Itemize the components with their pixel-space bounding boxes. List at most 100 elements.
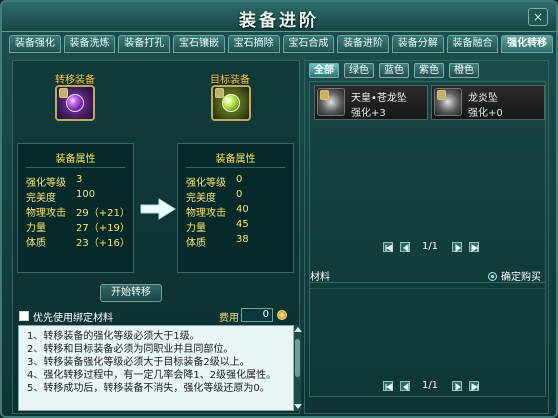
filter-green[interactable]: 绿色 bbox=[344, 63, 374, 78]
stat-key: 完美度 bbox=[26, 193, 56, 204]
lock-icon bbox=[320, 90, 329, 100]
lock-icon bbox=[437, 90, 446, 100]
tab-equipment-advance[interactable]: 装备进阶 bbox=[337, 35, 389, 53]
first-page-button[interactable] bbox=[383, 242, 393, 252]
bound-material-checkbox[interactable] bbox=[19, 311, 29, 321]
page-indicator: 1/1 bbox=[421, 380, 439, 391]
filter-blue[interactable]: 蓝色 bbox=[379, 63, 409, 78]
prev-page-button[interactable] bbox=[400, 242, 410, 252]
last-page-button[interactable] bbox=[469, 242, 479, 252]
window-title: 装备进阶 bbox=[239, 11, 319, 31]
first-page-button[interactable] bbox=[383, 381, 393, 391]
material-label: 材料 bbox=[310, 272, 330, 283]
next-page-button[interactable] bbox=[452, 242, 462, 252]
scroll-up-icon[interactable] bbox=[294, 327, 302, 332]
next-page-button[interactable] bbox=[452, 381, 462, 391]
prev-page-icon bbox=[403, 383, 409, 391]
item-level: 强化+0 bbox=[468, 108, 503, 119]
target-stat-row: 物理攻击 40 bbox=[186, 204, 290, 219]
next-page-icon bbox=[455, 244, 461, 252]
stat-value: 29（+21） bbox=[76, 208, 130, 219]
tab-gem-remove[interactable]: 宝石摘除 bbox=[227, 35, 280, 53]
start-transfer-button[interactable]: 开始转移 bbox=[100, 284, 162, 302]
filter-all[interactable]: 全部 bbox=[309, 63, 339, 78]
target-stat-row: 强化等级 0 bbox=[186, 174, 290, 189]
target-stat-row: 完美度 0 bbox=[186, 189, 290, 204]
tab-enhance-transfer[interactable]: 强化转移 bbox=[501, 35, 554, 53]
item-name: 龙炎坠 bbox=[468, 93, 498, 104]
lock-icon bbox=[215, 88, 224, 98]
radio-icon[interactable] bbox=[488, 272, 497, 281]
target-stats-title: 装备属性 bbox=[215, 154, 256, 165]
tab-equipment-fusion[interactable]: 装备融合 bbox=[446, 35, 499, 53]
confirm-buy-option[interactable]: 确定购买 bbox=[488, 268, 541, 283]
last-page-button[interactable] bbox=[469, 381, 479, 391]
rule-line: 2、转移和目标装备必须为同职业并且同部位。 bbox=[27, 344, 234, 355]
filter-orange[interactable]: 橙色 bbox=[449, 63, 479, 78]
inventory-panel: 全部 绿色 蓝色 紫色 橙色 天皇•苍龙坠 强化+3 龙炎坠 强化+0 1/1 … bbox=[304, 60, 549, 414]
bound-material-row: 优先使用绑定材料 费用： 0 bbox=[19, 308, 295, 324]
page-indicator: 1/1 bbox=[421, 241, 439, 252]
bound-material-label: 优先使用绑定材料 bbox=[33, 313, 113, 324]
inventory-item[interactable]: 天皇•苍龙坠 强化+3 bbox=[314, 85, 428, 120]
target-stat-row: 力量 45 bbox=[186, 219, 290, 234]
next-page-icon bbox=[455, 383, 461, 391]
inventory-pager: 1/1 bbox=[370, 241, 495, 255]
first-page-icon bbox=[385, 383, 393, 391]
stat-value: 0 bbox=[236, 174, 243, 185]
item-name: 天皇•苍龙坠 bbox=[351, 93, 407, 104]
prev-page-button[interactable] bbox=[400, 381, 410, 391]
source-stat-row: 强化等级 3 bbox=[26, 174, 130, 189]
stat-value: 3 bbox=[76, 174, 83, 185]
stat-key: 力量 bbox=[26, 223, 46, 234]
stat-value: 23（+16） bbox=[76, 238, 130, 249]
transfer-panel: 转移装备 目标装备 装备属性 强化等级 3 完美度 100 物理攻击 29（+2… bbox=[12, 60, 302, 414]
source-equipment-label: 转移装备 bbox=[55, 75, 95, 86]
inventory-item[interactable]: 龙炎坠 强化+0 bbox=[431, 85, 545, 120]
filter-purple[interactable]: 紫色 bbox=[414, 63, 444, 78]
necklace-icon bbox=[434, 88, 462, 116]
necklace-icon bbox=[317, 88, 345, 116]
stat-key: 力量 bbox=[186, 223, 206, 234]
last-page-icon bbox=[471, 244, 479, 252]
title-bar: 装备进阶 × bbox=[2, 2, 556, 32]
source-stat-row: 体质 23（+16） bbox=[26, 234, 130, 249]
scroll-thumb[interactable] bbox=[295, 339, 300, 377]
tab-gem-merge[interactable]: 宝石合成 bbox=[282, 35, 335, 53]
stat-value: 38 bbox=[236, 234, 249, 245]
rule-line: 4、强化转移过程中，有一定几率会降1、2级强化属性。 bbox=[27, 370, 277, 381]
divider bbox=[26, 167, 125, 168]
close-button[interactable]: × bbox=[528, 8, 548, 26]
source-stat-row: 完美度 100 bbox=[26, 189, 130, 204]
item-level: 强化+3 bbox=[351, 108, 386, 119]
tab-equipment-wash[interactable]: 装备洗炼 bbox=[63, 35, 116, 53]
rule-line: 5、转移成功后，转移装备不消失，强化等级还原为0。 bbox=[27, 383, 270, 394]
tab-equipment-enhance[interactable]: 装备强化 bbox=[9, 35, 61, 53]
scroll-down-icon[interactable] bbox=[294, 404, 302, 409]
tab-equipment-socket[interactable]: 装备打孔 bbox=[118, 35, 171, 53]
first-page-icon bbox=[385, 244, 393, 252]
equipment-icon bbox=[66, 94, 84, 112]
equipment-icon bbox=[222, 94, 240, 112]
source-stats-title: 装备属性 bbox=[55, 154, 96, 165]
rules-scrollbar[interactable] bbox=[293, 325, 302, 411]
stat-value: 45 bbox=[236, 219, 249, 230]
rule-line: 1、转移装备的强化等级必须大于1级。 bbox=[27, 331, 200, 342]
equipment-advance-window: 装备进阶 × 装备强化 装备洗炼 装备打孔 宝石镶嵌 宝石摘除 宝石合成 装备进… bbox=[0, 0, 558, 418]
material-area: 1/1 bbox=[309, 282, 546, 397]
rule-line: 3、转移装备强化等级必须大于目标装备2级以上。 bbox=[27, 357, 250, 368]
tab-gem-inlay[interactable]: 宝石镶嵌 bbox=[173, 35, 225, 53]
tab-bar: 装备强化 装备洗炼 装备打孔 宝石镶嵌 宝石摘除 宝石合成 装备进阶 装备分解 … bbox=[9, 35, 554, 53]
stat-value: 0 bbox=[236, 189, 243, 200]
stat-key: 强化等级 bbox=[186, 178, 226, 189]
stat-key: 强化等级 bbox=[26, 178, 66, 189]
stat-value: 27（+19） bbox=[76, 223, 130, 234]
tab-equipment-decompose[interactable]: 装备分解 bbox=[391, 35, 444, 53]
target-equipment-label: 目标装备 bbox=[210, 75, 250, 86]
stat-value: 100 bbox=[76, 189, 96, 200]
rules-text: 1、转移装备的强化等级必须大于1级。 2、转移和目标装备必须为同职业并且同部位。… bbox=[18, 325, 296, 411]
source-equipment-slot[interactable] bbox=[55, 85, 95, 121]
stat-key: 物理攻击 bbox=[26, 208, 66, 219]
target-equipment-slot[interactable] bbox=[211, 85, 251, 121]
divider bbox=[186, 167, 285, 168]
